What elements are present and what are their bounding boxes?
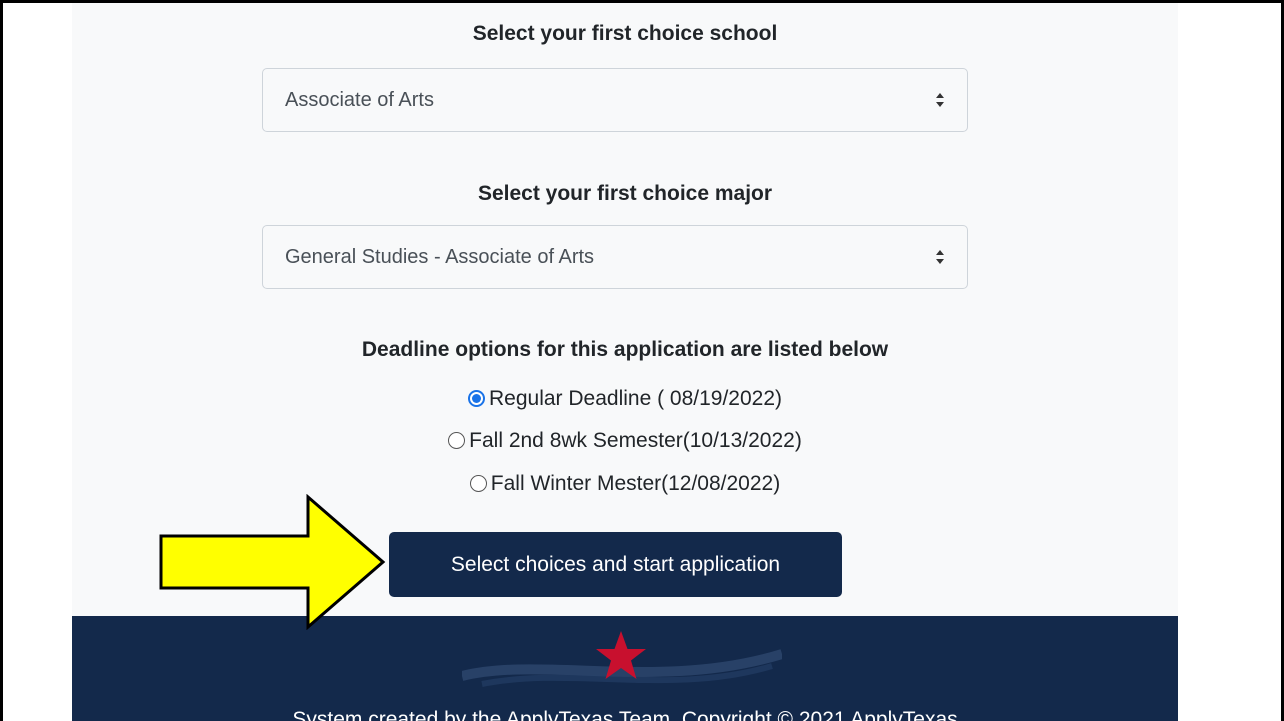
deadline-option-fall-2nd-8wk[interactable]: Fall 2nd 8wk Semester(10/13/2022)	[72, 426, 1178, 456]
footer: System created by the ApplyTexas Team. C…	[72, 616, 1178, 721]
radio-unchecked-icon[interactable]	[469, 475, 487, 492]
yellow-arrow-callout-icon	[159, 494, 386, 630]
select-arrows-icon	[936, 93, 944, 107]
star-logo-icon	[596, 631, 646, 679]
deadline-option-label: Fall Winter Mester(12/08/2022)	[490, 472, 781, 495]
radio-checked-icon[interactable]	[467, 390, 485, 407]
select-arrows-icon	[936, 250, 944, 264]
school-select[interactable]: Associate of Arts	[262, 68, 968, 132]
deadline-option-label: Regular Deadline ( 08/19/2022)	[488, 387, 783, 410]
major-select[interactable]: General Studies - Associate of Arts	[262, 225, 968, 289]
school-select-value: Associate of Arts	[285, 89, 434, 111]
deadline-option-regular[interactable]: Regular Deadline ( 08/19/2022)	[72, 384, 1178, 414]
school-select-label: Select your first choice school	[472, 22, 778, 45]
deadline-option-label: Fall 2nd 8wk Semester(10/13/2022)	[469, 429, 802, 452]
major-select-value: General Studies - Associate of Arts	[285, 246, 595, 268]
deadline-options-label: Deadline options for this application ar…	[361, 338, 889, 361]
radio-unchecked-icon[interactable]	[448, 432, 466, 449]
footer-copyright: System created by the ApplyTexas Team. C…	[292, 708, 958, 721]
start-application-button[interactable]: Select choices and start application	[389, 532, 842, 597]
major-select-label: Select your first choice major	[477, 182, 773, 205]
